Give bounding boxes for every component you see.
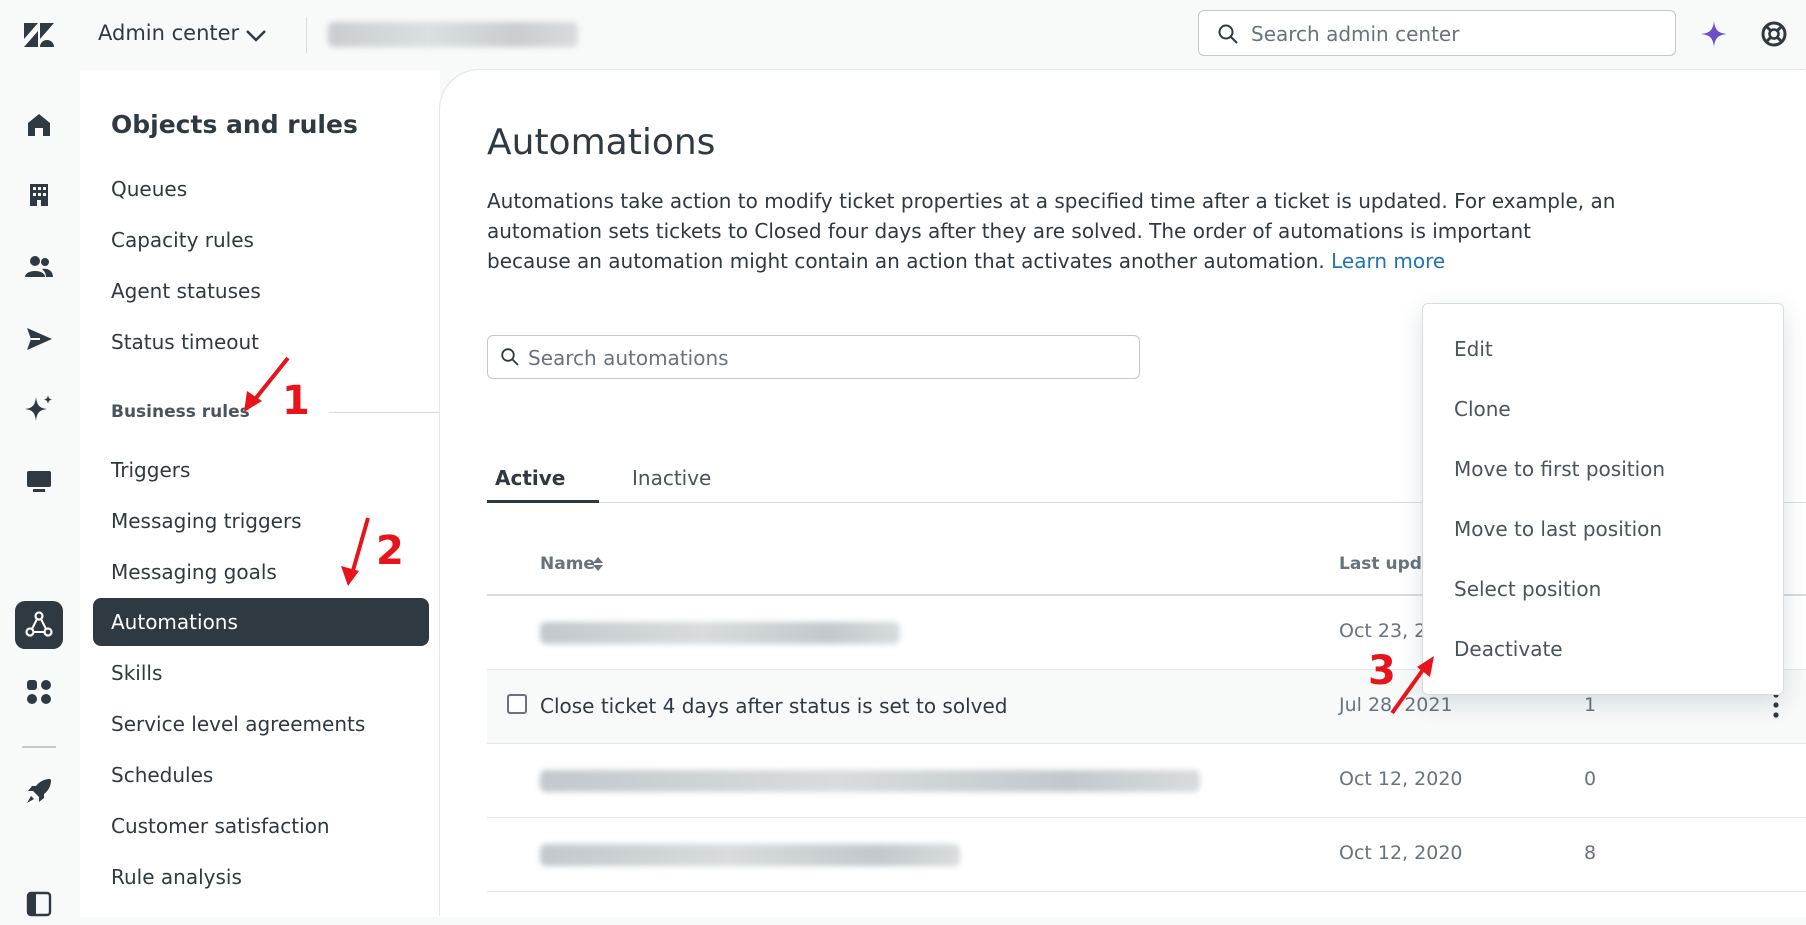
menu-item-clone[interactable]: Clone xyxy=(1454,397,1511,421)
help-lifebuoy-icon[interactable] xyxy=(1760,20,1788,48)
tab-inactive[interactable]: Inactive xyxy=(632,466,711,490)
top-divider xyxy=(306,17,307,53)
row-checkbox[interactable] xyxy=(507,694,527,714)
active-tab-indicator xyxy=(487,500,599,503)
sort-icon[interactable] xyxy=(591,554,605,574)
search-icon xyxy=(1218,24,1238,44)
admin-search-box[interactable] xyxy=(1198,10,1676,56)
top-bar: Admin center xyxy=(0,0,1806,70)
automations-search-input[interactable] xyxy=(526,343,1120,373)
tab-active[interactable]: Active xyxy=(495,466,565,490)
admin-search-input[interactable] xyxy=(1249,19,1653,49)
nav-item-skills[interactable]: Skills xyxy=(111,661,162,685)
row-name[interactable]: Close ticket 4 days after status is set … xyxy=(540,694,1007,718)
monitor-icon[interactable] xyxy=(22,464,56,498)
rail-separator xyxy=(22,746,56,748)
row-name-blurred xyxy=(540,622,900,644)
row-actions-menu: Edit Clone Move to first position Move t… xyxy=(1422,303,1784,695)
automations-search-box[interactable] xyxy=(487,335,1140,379)
row-name-blurred xyxy=(540,770,1200,792)
annotation-number-2: 2 xyxy=(376,528,404,574)
menu-item-move-first[interactable]: Move to first position xyxy=(1454,457,1665,481)
nav-item-triggers[interactable]: Triggers xyxy=(111,458,190,482)
icon-rail xyxy=(0,70,80,917)
menu-item-select-position[interactable]: Select position xyxy=(1454,577,1601,601)
account-name-blurred xyxy=(328,22,578,47)
learn-more-link[interactable]: Learn more xyxy=(1331,249,1445,273)
annotation-number-3: 3 xyxy=(1368,648,1396,694)
nav-item-automations[interactable]: Automations xyxy=(93,598,429,646)
description-text: Automations take action to modify ticket… xyxy=(487,189,1616,273)
secondary-nav: Objects and rules Queues Capacity rules … xyxy=(80,70,491,917)
table-row[interactable]: Oct 12, 2020 8 xyxy=(487,818,1806,892)
menu-item-move-last[interactable]: Move to last position xyxy=(1454,517,1662,541)
row-name-blurred xyxy=(540,844,960,866)
product-name[interactable]: Admin center xyxy=(98,21,239,45)
row-count: 1 xyxy=(1584,694,1597,716)
row-date: Oct 12, 2020 xyxy=(1339,768,1463,790)
nav-item-customer-satisfaction[interactable]: Customer satisfaction xyxy=(111,814,330,838)
nav-item-messaging-triggers[interactable]: Messaging triggers xyxy=(111,509,302,533)
zendesk-logo-icon[interactable] xyxy=(22,21,56,49)
nav-item-status-timeout[interactable]: Status timeout xyxy=(111,330,259,354)
row-count: 8 xyxy=(1584,842,1597,864)
menu-item-deactivate[interactable]: Deactivate xyxy=(1454,637,1563,661)
nav-item-queues[interactable]: Queues xyxy=(111,177,187,201)
home-icon[interactable] xyxy=(22,108,56,142)
nav-item-rule-analysis[interactable]: Rule analysis xyxy=(111,865,242,889)
nav-item-agent-statuses[interactable]: Agent statuses xyxy=(111,279,261,303)
annotation-number-1: 1 xyxy=(282,378,310,424)
page-description: Automations take action to modify ticket… xyxy=(487,186,1617,276)
nav-title: Objects and rules xyxy=(111,110,358,139)
column-header-name[interactable]: Name xyxy=(540,554,595,574)
rocket-icon[interactable] xyxy=(22,774,56,808)
row-date: Jul 28, 2021 xyxy=(1339,694,1453,716)
nav-item-schedules[interactable]: Schedules xyxy=(111,763,213,787)
menu-item-edit[interactable]: Edit xyxy=(1454,337,1493,361)
nav-item-capacity-rules[interactable]: Capacity rules xyxy=(111,228,254,252)
search-icon xyxy=(501,348,519,366)
panel-toggle-icon[interactable] xyxy=(22,887,56,921)
nav-item-messaging-goals[interactable]: Messaging goals xyxy=(111,560,277,584)
nav-item-automations-label: Automations xyxy=(111,610,238,634)
send-icon[interactable] xyxy=(22,322,56,356)
objects-rules-icon[interactable] xyxy=(22,608,56,642)
nav-item-service-level-agreements[interactable]: Service level agreements xyxy=(111,712,365,736)
table-row[interactable]: Oct 12, 2020 0 xyxy=(487,744,1806,818)
page-title: Automations xyxy=(487,122,716,163)
apps-icon[interactable] xyxy=(22,675,56,709)
sparkle-icon[interactable] xyxy=(22,392,56,426)
people-icon[interactable] xyxy=(22,250,56,284)
nav-section-business-rules: Business rules xyxy=(111,402,250,422)
chevron-down-icon[interactable] xyxy=(243,24,269,46)
row-date: Oct 12, 2020 xyxy=(1339,842,1463,864)
row-count: 0 xyxy=(1584,768,1597,790)
row-date: Oct 23, 2 xyxy=(1339,620,1427,642)
building-icon[interactable] xyxy=(22,178,56,212)
ai-sparkle-icon[interactable] xyxy=(1700,20,1728,48)
